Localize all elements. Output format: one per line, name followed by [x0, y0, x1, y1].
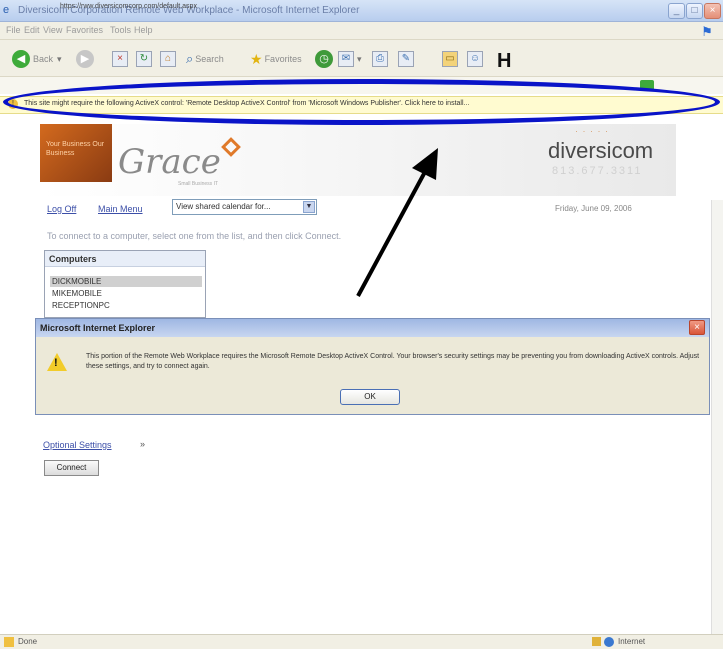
ie-icon: e	[3, 4, 10, 16]
warning-exclamation: !	[54, 357, 58, 369]
go-arrow-icon[interactable]	[640, 80, 654, 91]
lock-icon	[592, 637, 601, 646]
menu-tools[interactable]: Tools	[110, 25, 131, 35]
info-bar-text[interactable]: This site might require the following Ac…	[24, 100, 469, 107]
print-icon: ⎙	[372, 51, 388, 67]
search-label: Search	[195, 54, 224, 64]
messenger-button[interactable]: ☺	[467, 49, 483, 69]
computers-header: Computers	[45, 251, 205, 267]
menu-edit[interactable]: Edit	[24, 25, 40, 35]
back-label: Back	[33, 54, 54, 64]
menu-favorites[interactable]: Favorites	[66, 25, 103, 35]
minimize-button[interactable]: _	[668, 3, 685, 19]
address-input[interactable]: https://rww.diversicomcorp.com/default.a…	[60, 3, 197, 10]
forward-button[interactable]: ▶	[76, 49, 94, 69]
expand-icon[interactable]: »	[140, 439, 145, 449]
status-bar	[0, 634, 723, 649]
dialog-close-button[interactable]: ×	[689, 320, 705, 335]
grace-tagline: Small Business IT	[178, 181, 219, 187]
menu-view[interactable]: View	[43, 25, 62, 35]
globe-icon	[604, 637, 614, 647]
address-bar	[0, 77, 723, 94]
windows-flag-icon: ⚑	[701, 24, 713, 39]
back-arrow-icon: ◀	[12, 50, 30, 68]
stop-icon: ×	[112, 51, 128, 67]
list-item[interactable]: MIKEMOBILE	[50, 288, 202, 299]
diversicom-logo-dots: · · · · ·	[575, 126, 609, 136]
diversicom-logo: diversicom	[548, 138, 654, 163]
menu-help[interactable]: Help	[134, 25, 153, 35]
shared-calendar-select[interactable]: View shared calendar for...	[172, 199, 317, 215]
page-icon	[4, 637, 14, 647]
current-date: Friday, June 09, 2006	[555, 204, 632, 213]
favorites-label: Favorites	[264, 54, 302, 64]
search-button[interactable]: ⌕ Search	[186, 49, 224, 69]
refresh-button[interactable]: ↻	[136, 49, 152, 69]
annotation-arrow-shaft	[356, 169, 428, 297]
dialog-title: Microsoft Internet Explorer	[40, 323, 156, 333]
mail-icon: ✉	[338, 51, 354, 67]
dialog-message: This portion of the Remote Web Workplace…	[86, 353, 700, 370]
home-button[interactable]: ⌂	[160, 49, 176, 69]
star-icon: ★	[250, 50, 263, 67]
home-icon: ⌂	[160, 51, 176, 67]
dropdown-icon: ▾	[357, 53, 362, 64]
search-icon: ⌕	[186, 51, 194, 66]
diversicom-phone: 813.677.3311	[552, 165, 643, 177]
mail-button[interactable]: ✉ ▾	[338, 49, 362, 69]
banner-photo-text: Your Business Our Business	[46, 141, 105, 157]
info-shield-icon: !	[8, 99, 18, 109]
list-item[interactable]: DICKMOBILE	[50, 276, 202, 287]
main-menu-link[interactable]: Main Menu	[98, 204, 143, 214]
h-toolbar-icon[interactable]: H	[497, 50, 511, 73]
history-icon: ◷	[315, 50, 333, 68]
vertical-scrollbar[interactable]	[711, 200, 723, 634]
history-button[interactable]: ◷	[315, 49, 333, 69]
dropdown-icon: ▾	[57, 53, 62, 64]
back-button[interactable]: ◀ Back ▾	[12, 49, 62, 69]
forward-arrow-icon: ▶	[76, 50, 94, 68]
optional-settings-link[interactable]: Optional Settings	[43, 440, 112, 450]
print-button[interactable]: ⎙	[372, 49, 388, 69]
connect-instruction: To connect to a computer, select one fro…	[47, 231, 342, 241]
close-button[interactable]: ×	[704, 3, 721, 19]
messenger-icon: ☺	[467, 51, 483, 67]
refresh-icon: ↻	[136, 51, 152, 67]
menu-bar	[0, 22, 723, 40]
list-item[interactable]: RECEPTIONPC	[50, 300, 202, 311]
stop-button[interactable]: ×	[112, 49, 128, 69]
maximize-button[interactable]: □	[686, 3, 703, 19]
edit-button[interactable]: ✎	[398, 49, 414, 69]
folder-icon: ▭	[442, 51, 458, 67]
ok-button[interactable]: OK	[340, 389, 400, 405]
log-off-link[interactable]: Log Off	[47, 204, 76, 214]
chevron-down-icon[interactable]: ▼	[303, 201, 315, 213]
security-zone: Internet	[618, 637, 646, 646]
folder-button[interactable]: ▭	[442, 49, 458, 69]
favorites-button[interactable]: ★ Favorites	[250, 49, 302, 69]
menu-file[interactable]: File	[6, 25, 21, 35]
connect-button[interactable]: Connect	[44, 460, 99, 476]
status-text: Done	[18, 637, 38, 646]
edit-icon: ✎	[398, 51, 414, 67]
annotation-arrow	[356, 148, 438, 297]
grace-logo: Grace	[118, 142, 221, 182]
